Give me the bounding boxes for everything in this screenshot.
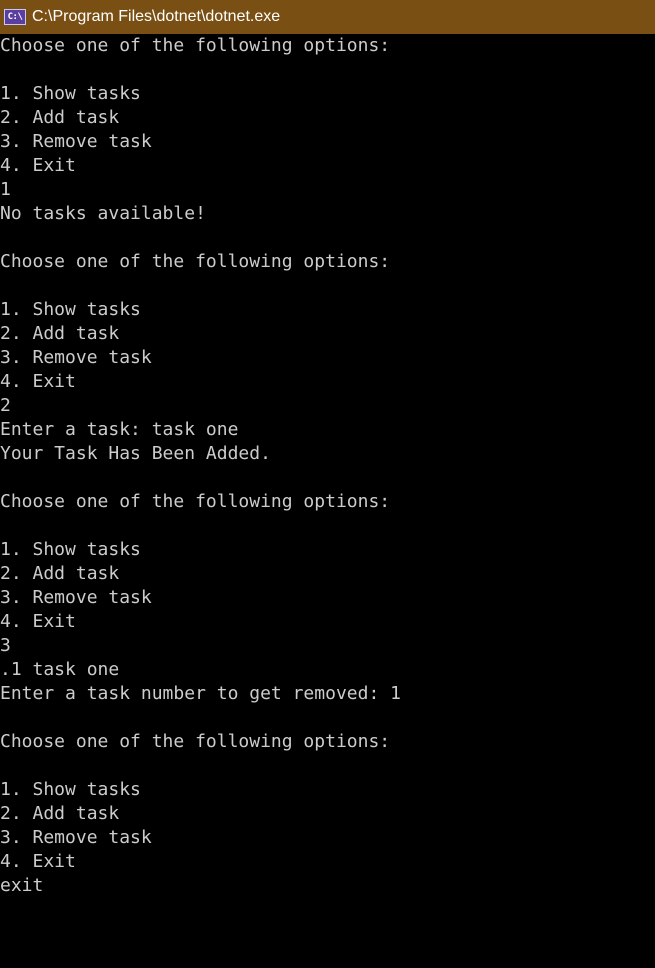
console-line: 2. Add task	[0, 803, 120, 824]
console-line: 2. Add task	[0, 323, 120, 344]
console-line: 2. Add task	[0, 107, 120, 128]
console-line: 3. Remove task	[0, 131, 152, 152]
console-line: 4. Exit	[0, 155, 76, 176]
console-line: 2	[0, 395, 11, 416]
console-line: .1 task one	[0, 659, 120, 680]
console-line: Choose one of the following options:	[0, 35, 391, 56]
console-line: Choose one of the following options:	[0, 731, 391, 752]
console-window: C:\ C:\Program Files\dotnet\dotnet.exe C…	[0, 0, 655, 968]
console-line: 4. Exit	[0, 371, 76, 392]
console-output[interactable]: Choose one of the following options: 1. S…	[0, 34, 655, 968]
console-line: Your Task Has Been Added.	[0, 443, 271, 464]
console-icon: C:\	[4, 9, 26, 25]
console-line: Choose one of the following options:	[0, 251, 391, 272]
window-title: C:\Program Files\dotnet\dotnet.exe	[32, 8, 281, 25]
console-line: 4. Exit	[0, 851, 76, 872]
console-line: 3	[0, 635, 11, 656]
console-line: 3. Remove task	[0, 347, 152, 368]
console-line: Enter a task: task one	[0, 419, 239, 440]
console-line: 3. Remove task	[0, 587, 152, 608]
console-line: Enter a task number to get removed: 1	[0, 683, 401, 704]
console-line: Choose one of the following options:	[0, 491, 391, 512]
console-line: 1. Show tasks	[0, 779, 141, 800]
console-line: 1. Show tasks	[0, 299, 141, 320]
title-bar[interactable]: C:\ C:\Program Files\dotnet\dotnet.exe	[0, 0, 655, 34]
console-line: 1	[0, 179, 11, 200]
console-line: exit	[0, 875, 44, 896]
console-line: No tasks available!	[0, 203, 206, 224]
console-line: 3. Remove task	[0, 827, 152, 848]
console-line: 2. Add task	[0, 563, 120, 584]
console-line: 1. Show tasks	[0, 83, 141, 104]
console-line: 4. Exit	[0, 611, 76, 632]
console-line: 1. Show tasks	[0, 539, 141, 560]
